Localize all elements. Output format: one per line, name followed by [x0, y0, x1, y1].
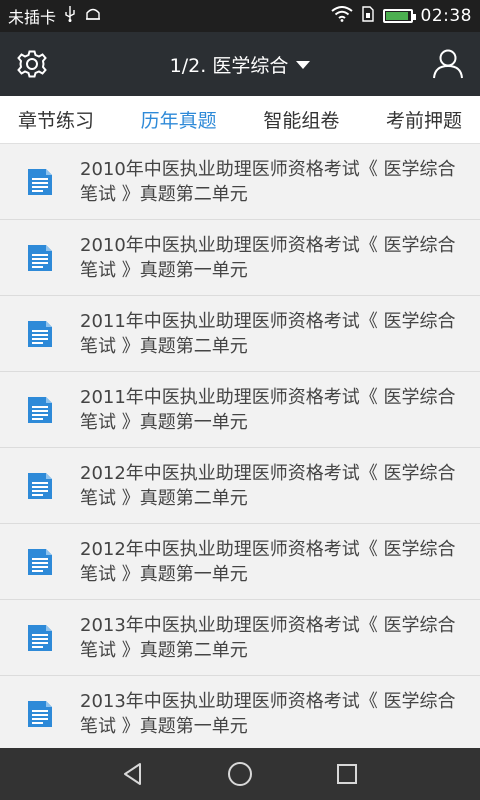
- list-item-title: 2011年中医执业助理医师资格考试《 医学综合笔试 》真题第一单元: [80, 386, 456, 433]
- app-header: 1/2. 医学综合: [0, 32, 480, 96]
- list-item-title: 2012年中医执业助理医师资格考试《 医学综合笔试 》真题第二单元: [80, 462, 456, 509]
- document-icon: [28, 244, 52, 271]
- list-item[interactable]: 2010年中医执业助理医师资格考试《 医学综合笔试 》真题第一单元: [0, 220, 480, 296]
- usb-icon: [64, 6, 76, 26]
- tab-pre-exam-predictions[interactable]: 考前押题: [386, 106, 462, 133]
- status-right: 02:38: [330, 6, 473, 26]
- carrier-text: 未插卡: [8, 8, 57, 27]
- document-icon: [28, 396, 52, 423]
- profile-button[interactable]: [416, 32, 480, 96]
- back-triangle-icon: [124, 763, 142, 785]
- list-item-title: 2013年中医执业助理医师资格考试《 医学综合笔试 》真题第二单元: [80, 614, 456, 661]
- battery-fill: [385, 12, 409, 20]
- list-item-title: 2010年中医执业助理医师资格考试《 医学综合笔试 》真题第一单元: [80, 234, 456, 281]
- back-button[interactable]: [109, 750, 157, 798]
- tab-bar: 章节练习 历年真题 智能组卷 考前押题: [0, 96, 480, 144]
- tab-smart-quiz[interactable]: 智能组卷: [263, 106, 339, 133]
- tab-past-exams[interactable]: 历年真题: [141, 106, 217, 133]
- document-icon: [28, 168, 52, 195]
- recents-button[interactable]: [323, 750, 371, 798]
- list-item[interactable]: 2011年中医执业助理医师资格考试《 医学综合笔试 》真题第二单元: [0, 296, 480, 372]
- home-button[interactable]: [216, 750, 264, 798]
- list-item-title: 2010年中医执业助理医师资格考试《 医学综合笔试 》真题第二单元: [80, 158, 456, 205]
- settings-gear-icon: [17, 50, 47, 78]
- caret-down-icon: [296, 61, 311, 69]
- sim-icon: [361, 6, 375, 26]
- list-item[interactable]: 2010年中医执业助理医师资格考试《 医学综合笔试 》真题第二单元: [0, 144, 480, 220]
- wifi-icon: [330, 6, 353, 26]
- status-left: 未插卡: [8, 4, 102, 28]
- battery-icon: [382, 9, 416, 23]
- list-item[interactable]: 2013年中医执业助理医师资格考试《 医学综合笔试 》真题第二单元: [0, 600, 480, 676]
- settings-button[interactable]: [0, 32, 64, 96]
- list-item-title: 2011年中医执业助理医师资格考试《 医学综合笔试 》真题第二单元: [80, 310, 456, 357]
- document-icon: [28, 700, 52, 727]
- list-item[interactable]: 2012年中医执业助理医师资格考试《 医学综合笔试 》真题第一单元: [0, 524, 480, 600]
- list-item-title: 2013年中医执业助理医师资格考试《 医学综合笔试 》真题第一单元: [80, 690, 456, 737]
- status-bar: 未插卡 02:38: [0, 0, 480, 32]
- document-icon: [28, 624, 52, 651]
- subject-selector[interactable]: 1/2. 医学综合: [64, 51, 416, 78]
- list-item-title: 2012年中医执业助理医师资格考试《 医学综合笔试 》真题第一单元: [80, 538, 456, 585]
- list-item[interactable]: 2013年中医执业助理医师资格考试《 医学综合笔试 》真题第一单元: [0, 676, 480, 748]
- android-debug-icon: [84, 6, 102, 26]
- tab-chapter-practice[interactable]: 章节练习: [18, 106, 94, 133]
- document-icon: [28, 320, 52, 347]
- system-nav-bar: [0, 748, 480, 800]
- user-profile-icon: [433, 49, 463, 79]
- document-icon: [28, 472, 52, 499]
- recents-square-icon: [336, 764, 357, 784]
- document-icon: [28, 548, 52, 575]
- exam-list: 2010年中医执业助理医师资格考试《 医学综合笔试 》真题第二单元 2010年中…: [0, 144, 480, 748]
- home-circle-icon: [227, 762, 252, 786]
- page-title: 1/2. 医学综合: [169, 54, 289, 77]
- clock-time: 02:38: [420, 6, 472, 26]
- list-item[interactable]: 2011年中医执业助理医师资格考试《 医学综合笔试 》真题第一单元: [0, 372, 480, 448]
- list-item[interactable]: 2012年中医执业助理医师资格考试《 医学综合笔试 》真题第二单元: [0, 448, 480, 524]
